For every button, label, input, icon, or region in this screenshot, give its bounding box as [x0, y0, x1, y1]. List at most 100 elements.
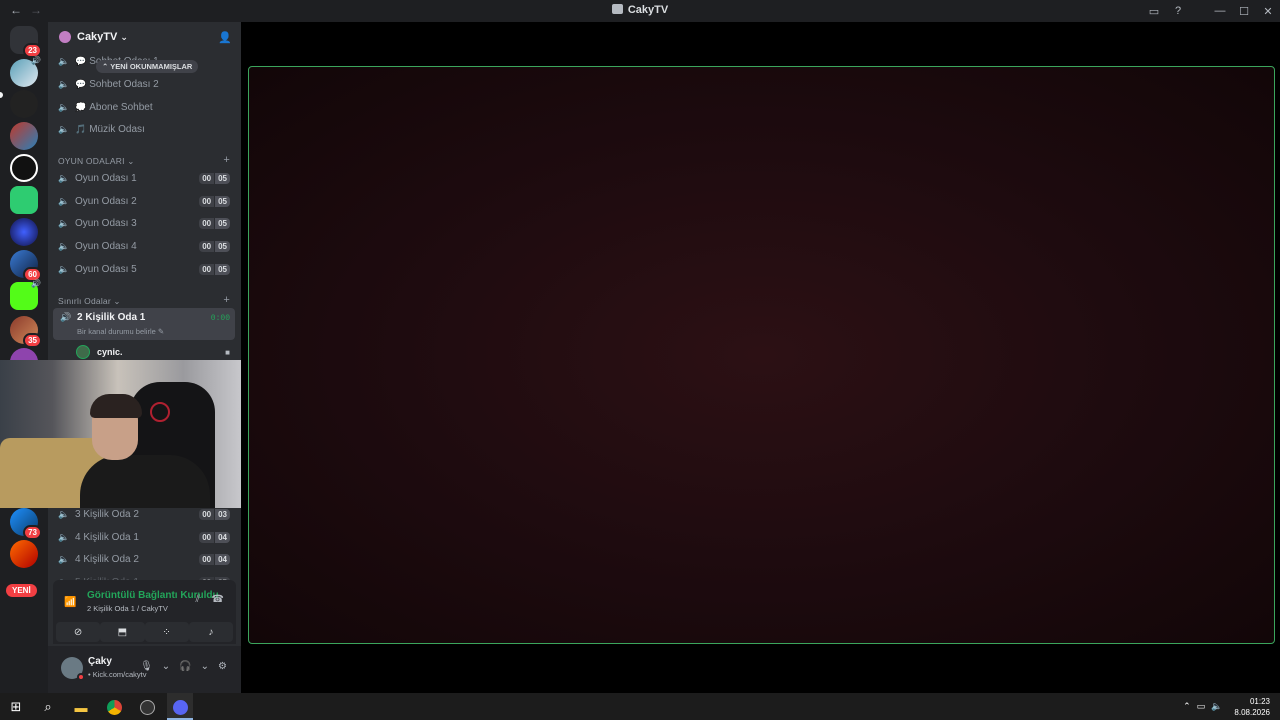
server-avatar [10, 540, 38, 568]
network-icon[interactable]: ▭ [1197, 701, 1206, 712]
active-voice-channel[interactable]: 🔊 2 Kişilik Oda 1 0:00 Bir kanal durumu … [53, 308, 235, 340]
signal-icon[interactable]: 📶 [64, 597, 76, 608]
search-icon[interactable]: ⌕ [38, 697, 58, 717]
inbox-icon[interactable]: ▭ [1142, 5, 1166, 18]
invite-people-icon[interactable]: 👤 [218, 31, 232, 44]
user-custom-status: • Kick.com/cakytv [88, 670, 147, 679]
server-icon-6[interactable] [10, 218, 38, 246]
user-limit: 05 [215, 264, 230, 275]
voice-action-buttons: ⊘ ⬒ ⁘ ♪ [53, 622, 236, 644]
noise-suppression-icon[interactable]: ⫽ [196, 594, 200, 605]
voice-status-subtitle[interactable]: 2 Kişilik Oda 1 / CakyTV [87, 604, 168, 613]
windows-taskbar: ⊞ ⌕ ▬ ⌃ ▭ 🔈 01:23 8.08.2026 [0, 693, 1280, 720]
maximize-button[interactable]: ☐ [1232, 5, 1256, 18]
server-avatar [10, 122, 38, 150]
chevron-up-icon[interactable]: ⌃ [1183, 701, 1191, 712]
channel-oyun-5[interactable]: 🔈 Oyun Odası 5 00 05 [54, 259, 234, 280]
server-icon-5[interactable] [10, 186, 38, 214]
server-icon-7[interactable]: 60 [10, 250, 42, 282]
file-explorer-icon[interactable]: ▬ [71, 697, 91, 717]
channel-oyun-3[interactable]: 🔈 Oyun Odası 3 00 05 [54, 213, 234, 234]
music-emoji-icon: 🎵 [75, 124, 87, 134]
camera-off-button[interactable]: ⊘ [56, 622, 101, 642]
server-icon-kick[interactable]: 🔊 [10, 279, 41, 310]
tray-icons: ⌃ ▭ 🔈 [1183, 701, 1222, 712]
direct-messages-button[interactable]: 23 [10, 26, 42, 58]
speaker-icon: 🔈 [58, 509, 70, 519]
create-channel-icon[interactable]: + [223, 294, 230, 306]
headphones-icon[interactable]: 🎧 [179, 661, 191, 672]
windows-start-icon[interactable]: ⊞ [6, 697, 26, 717]
disconnect-icon[interactable]: ☎ [212, 594, 224, 605]
server-icon-9[interactable]: 35 [10, 316, 42, 348]
server-icon-12[interactable] [10, 540, 38, 568]
server-badge-icon [59, 31, 71, 43]
server-icon-11[interactable]: 73 [10, 508, 42, 540]
channel-oyun-2[interactable]: 🔈 Oyun Odası 2 00 05 [54, 191, 234, 212]
taskbar-clock[interactable]: 01:23 8.08.2026 [1234, 696, 1270, 718]
user-limit: 03 [215, 509, 230, 520]
server-header[interactable]: CakyTV ⌄ 👤 [48, 22, 241, 52]
category-sinirli-odalar[interactable]: Sınırlı Odalar ⌄ + [58, 294, 230, 307]
chevron-down-icon[interactable]: ⌄ [201, 661, 209, 672]
channel-name: Oyun Odası 1 [75, 173, 137, 184]
user-limit-badge: 00 04 [199, 554, 230, 565]
channel-oyun-1[interactable]: 🔈 Oyun Odası 1 00 05 [54, 168, 234, 189]
soundboard-button[interactable]: ♪ [188, 622, 233, 642]
screen-share-button[interactable]: ⬒ [100, 622, 145, 642]
channel-name: 4 Kişilik Oda 2 [75, 554, 139, 565]
chevron-down-icon: ⌄ [120, 31, 128, 42]
obs-icon[interactable] [137, 697, 157, 717]
chrome-icon[interactable] [104, 697, 124, 717]
activities-button[interactable]: ⁘ [144, 622, 189, 642]
server-rail: 23 🔊 60 🔊 35 73 YENİ [0, 22, 48, 693]
channel-4-kisilik-2[interactable]: 🔈 4 Kişilik Oda 2 00 04 [54, 549, 234, 570]
server-icon-2[interactable] [10, 90, 38, 118]
server-icon-4[interactable] [10, 154, 38, 182]
system-tray: ⌃ ▭ 🔈 01:23 8.08.2026 [1183, 693, 1280, 720]
channel-oyun-4[interactable]: 🔈 Oyun Odası 4 00 05 [54, 236, 234, 257]
volume-icon[interactable]: 🔈 [1211, 701, 1222, 712]
user-count: 00 [199, 554, 215, 565]
speaker-icon: 🔊 [31, 56, 41, 65]
close-button[interactable]: ✕ [1256, 5, 1280, 18]
server-avatar [10, 186, 38, 214]
category-label: Sınırlı Odalar [58, 296, 111, 306]
channel-sohbet-2[interactable]: 🔈 💬 Sohbet Odası 2 [54, 74, 234, 95]
category-oyun-odalari[interactable]: OYUN ODALARI ⌄ + [58, 154, 230, 167]
server-avatar [10, 90, 38, 118]
user-limit-badge: 0005 [199, 264, 230, 275]
new-unreads-banner[interactable]: ⌃ YENİ OKUNMAMIŞLAR [96, 60, 199, 73]
new-servers-badge[interactable]: YENİ [6, 584, 37, 597]
chat-emoji-icon: 💬 [75, 79, 87, 89]
user-count: 00 [199, 218, 215, 229]
unread-badge: 35 [23, 333, 42, 348]
channel-abone-sohbet[interactable]: 🔈 💭 Abone Sohbet [54, 97, 234, 118]
user-name[interactable]: Çaky [88, 656, 112, 667]
server-icon-1[interactable]: 🔊 [10, 56, 41, 87]
minimize-button[interactable]: — [1208, 5, 1232, 17]
chevron-down-icon[interactable]: ⌄ [162, 661, 170, 672]
create-channel-icon[interactable]: + [223, 154, 230, 166]
speaker-icon: 🔈 [58, 218, 70, 228]
settings-gear-icon[interactable]: ⚙ [218, 661, 227, 672]
channel-name: 3 Kişilik Oda 2 [75, 509, 139, 520]
server-avatar [10, 218, 38, 246]
discord-logo [172, 699, 188, 715]
channel-4-kisilik-1[interactable]: 🔈 4 Kişilik Oda 1 00 04 [54, 527, 234, 548]
server-icon-3[interactable] [10, 122, 38, 150]
user-limit-badge: 0005 [199, 173, 230, 184]
channel-muzik[interactable]: 🔈 🎵 Müzik Odası [54, 119, 234, 140]
video-tile[interactable] [248, 66, 1275, 644]
speaker-icon: 🔊 [31, 279, 41, 288]
help-icon[interactable]: ? [1166, 5, 1190, 17]
speaker-icon: 🔈 [58, 102, 70, 112]
channel-status-input[interactable]: Bir kanal durumu belirle ✎ [77, 327, 164, 336]
microphone-icon[interactable]: 🎙 [140, 661, 153, 672]
user-count: 00 [199, 241, 215, 252]
chrome-logo [106, 699, 122, 715]
discord-taskbar-icon[interactable] [170, 697, 190, 717]
call-timer: 0:00 [210, 314, 230, 323]
user-controls: 🎙 ⌄ 🎧 ⌄ ⚙ [140, 661, 227, 672]
voice-member[interactable]: cynic. ■ [76, 344, 234, 360]
